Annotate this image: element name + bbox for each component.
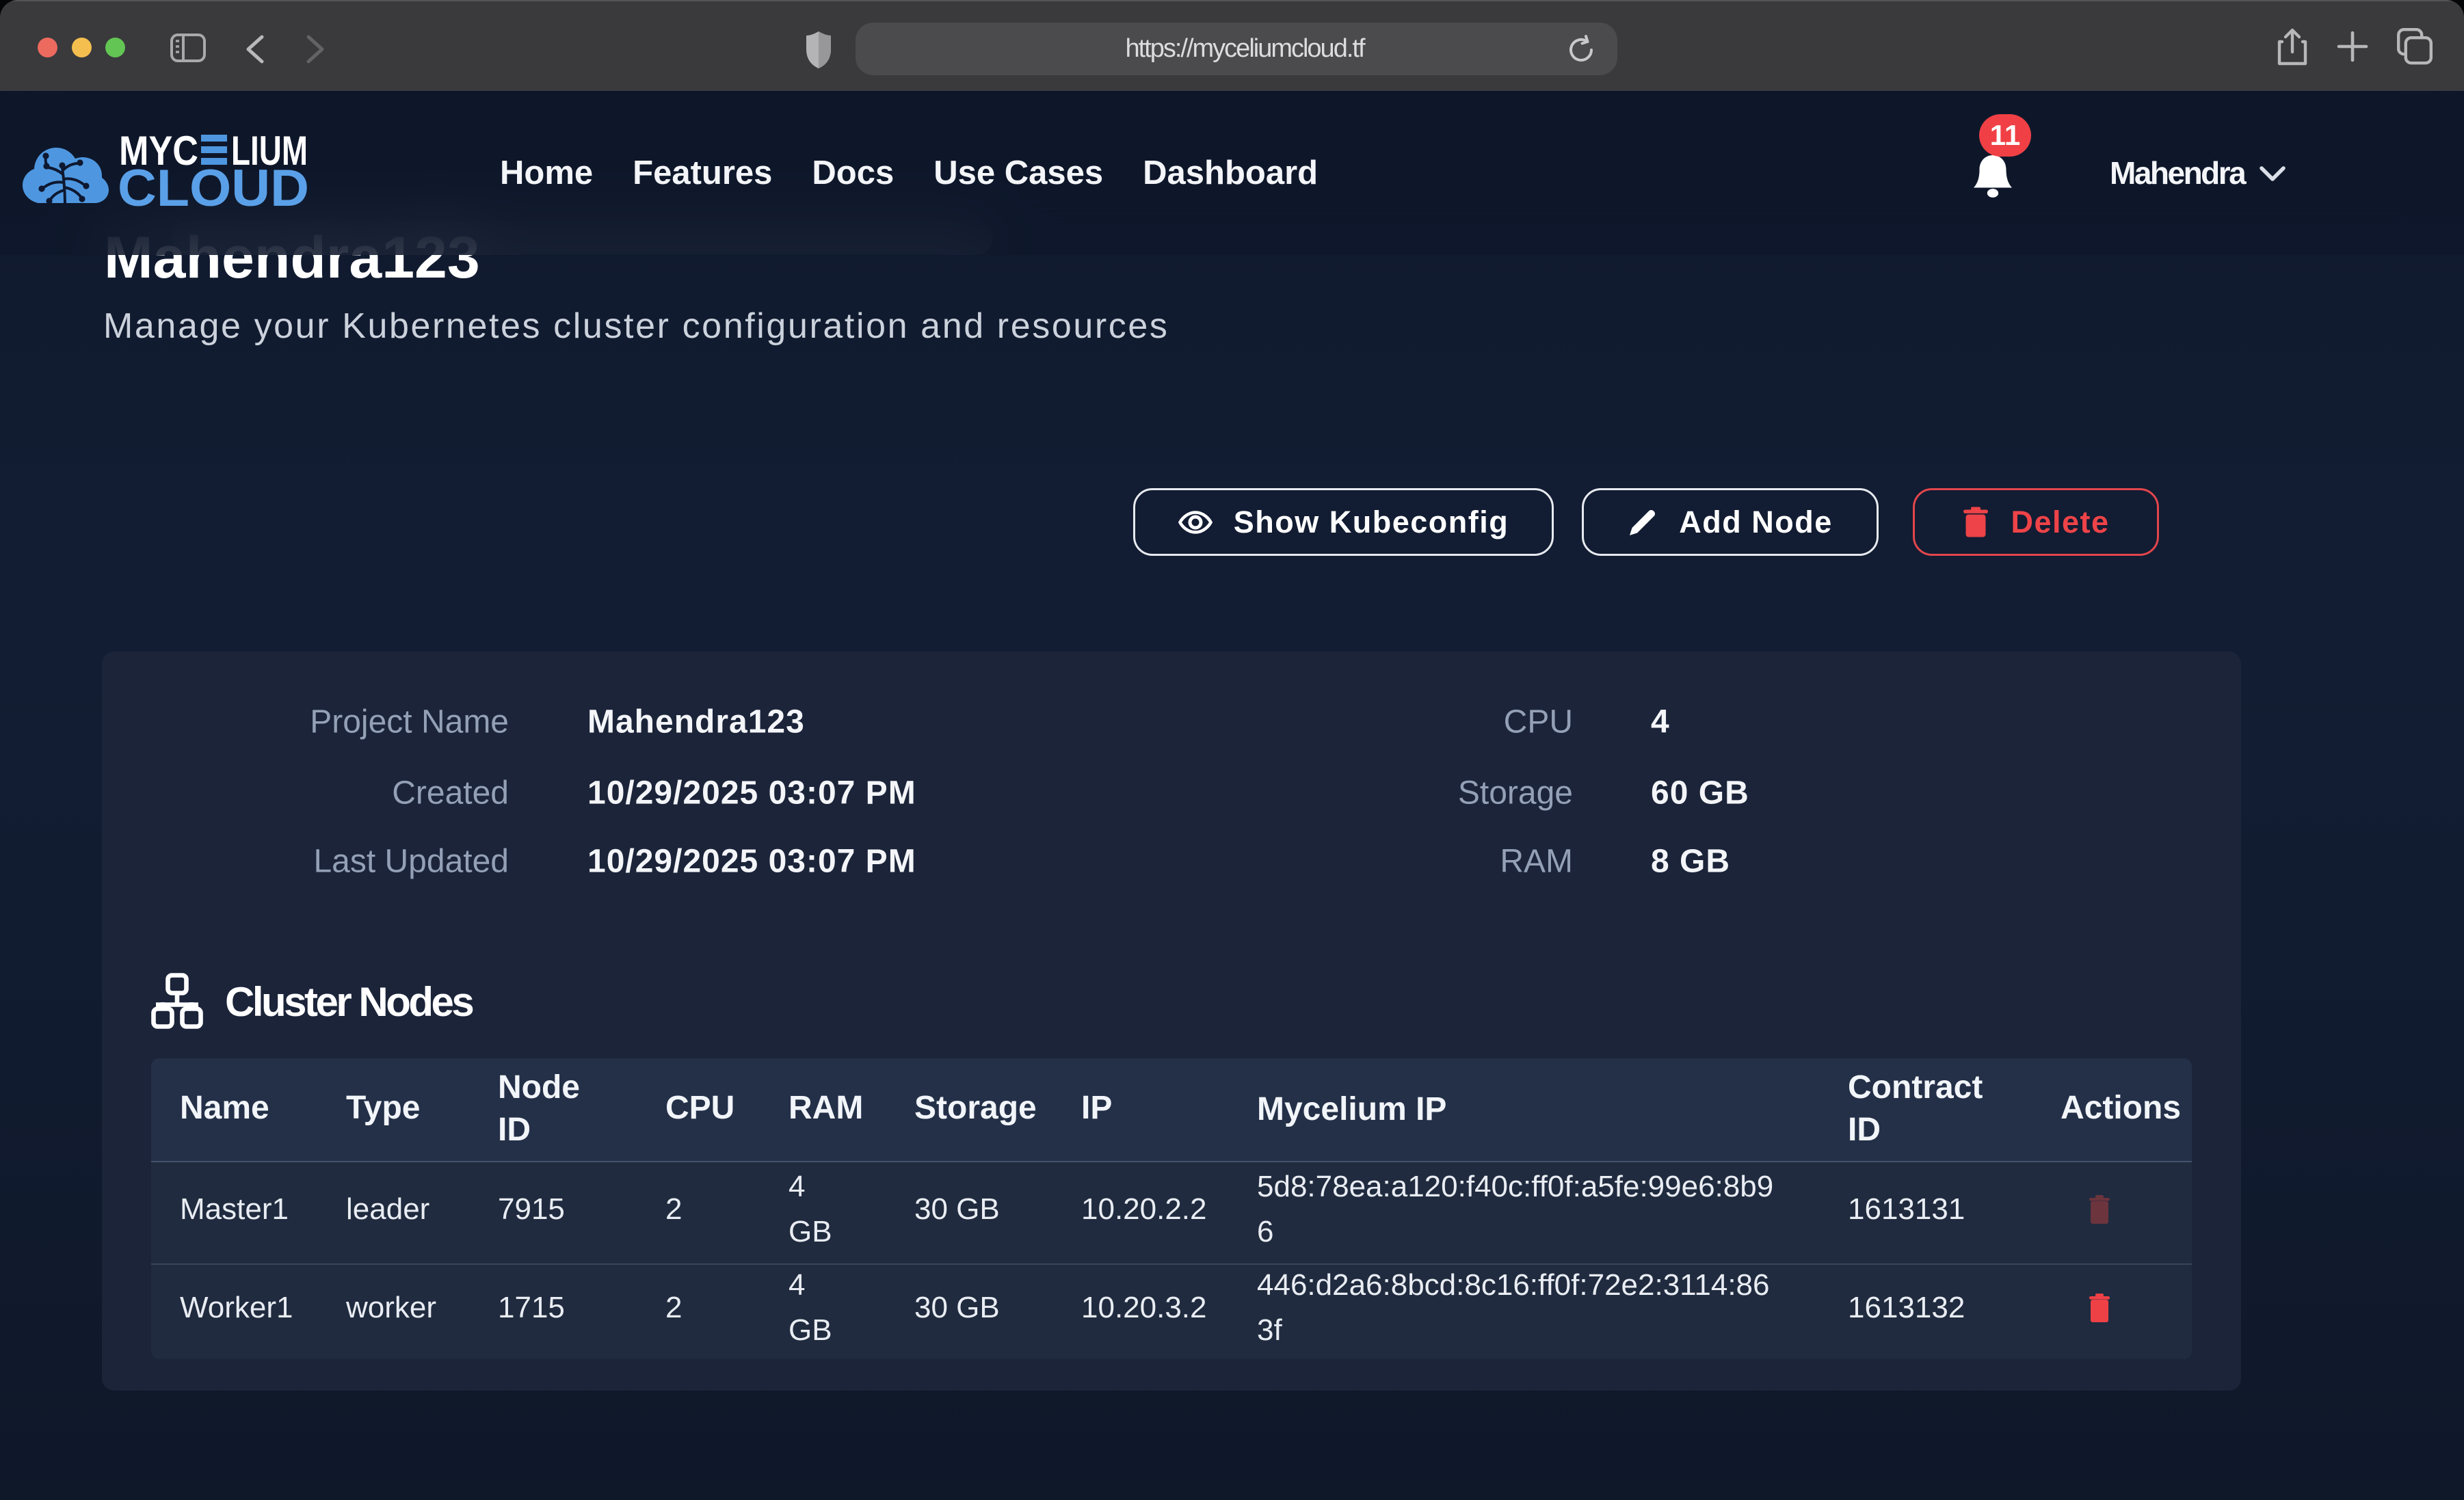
svg-text:CLOUD: CLOUD [118, 159, 309, 209]
